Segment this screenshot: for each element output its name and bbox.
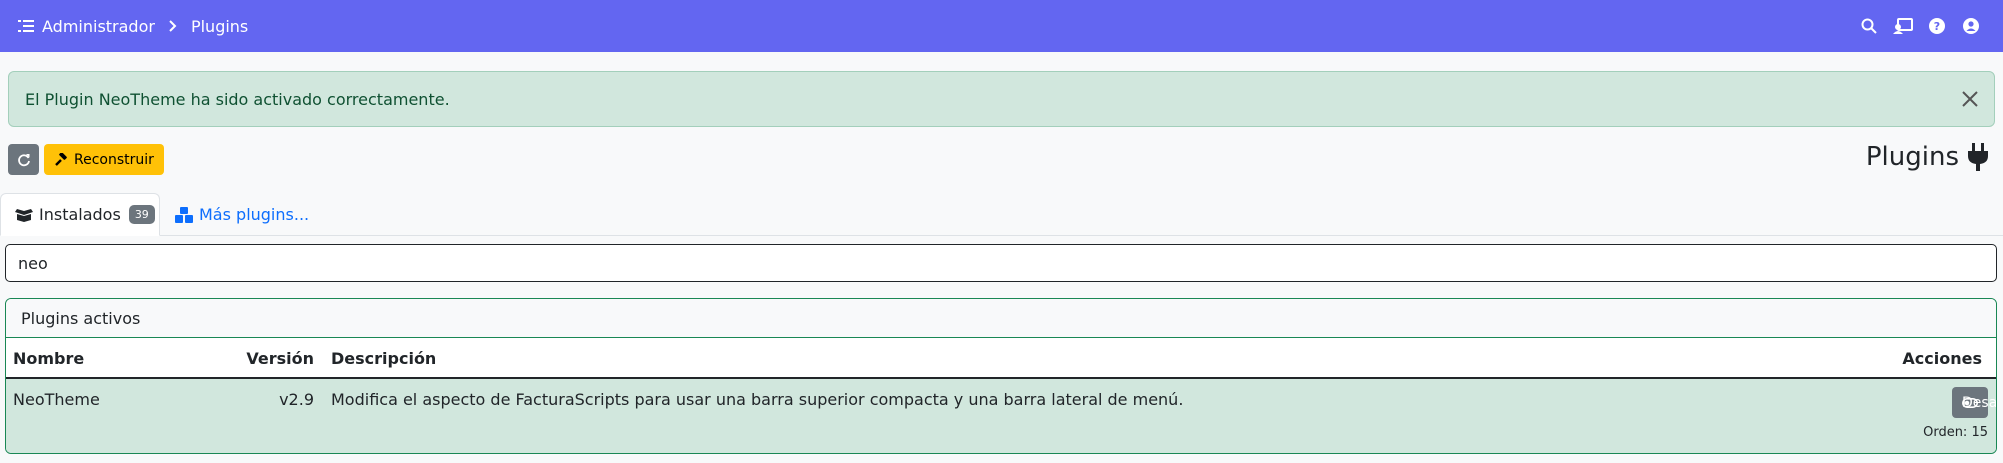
plug-icon: [1968, 143, 1988, 171]
plugin-order: Orden: 15: [1923, 425, 1988, 440]
top-navbar: Administrador Plugins ?: [0, 0, 2003, 52]
column-version: Versión: [246, 349, 314, 368]
refresh-button[interactable]: [8, 144, 39, 175]
table-row: NeoTheme v2.9 Modifica el aspecto de Fac…: [6, 379, 1996, 453]
menu-icon[interactable]: [18, 19, 34, 33]
column-actions: Acciones: [1902, 349, 1982, 368]
breadcrumb-root[interactable]: Administrador: [42, 17, 155, 36]
user-icon[interactable]: [1961, 16, 1981, 36]
page-title: Plugins: [1866, 142, 1989, 172]
help-icon[interactable]: ?: [1927, 16, 1947, 36]
column-description: Descripción: [331, 349, 437, 368]
tab-bar: Instalados 39 Más plugins...: [0, 193, 2003, 236]
plugin-name: NeoTheme: [13, 390, 100, 409]
tab-more-plugins-label: Más plugins...: [199, 205, 310, 224]
cubes-icon: [175, 206, 193, 223]
svg-text:?: ?: [1934, 20, 1940, 33]
rebuild-label: Reconstruir: [74, 151, 154, 168]
table-header: Nombre Versión Descripción Acciones: [6, 338, 1996, 379]
success-alert: El Plugin NeoTheme ha sido activado corr…: [8, 71, 1995, 127]
search-icon[interactable]: [1859, 16, 1879, 36]
active-plugins-card: Plugins activos Nombre Versión Descripci…: [5, 298, 1997, 454]
user-card-icon[interactable]: [1893, 16, 1913, 36]
refresh-icon: [17, 153, 30, 166]
column-name: Nombre: [13, 349, 85, 368]
breadcrumb-current: Plugins: [190, 16, 249, 36]
tab-installed[interactable]: Instalados 39: [0, 193, 160, 236]
chevron-right-icon: [169, 20, 177, 32]
deactivate-button[interactable]: Desactivar: [1952, 387, 1996, 418]
boxes-icon: [15, 208, 33, 222]
deactivate-label: Desactivar: [1962, 394, 1997, 411]
close-icon[interactable]: [1960, 89, 1980, 109]
page-title-text: Plugins: [1865, 142, 1959, 172]
tab-more-plugins[interactable]: Más plugins...: [175, 193, 309, 236]
hammer-icon: [55, 152, 67, 166]
card-title: Plugins activos: [6, 299, 1996, 338]
tab-installed-label: Instalados: [39, 205, 121, 224]
plugin-description: Modifica el aspecto de FacturaScripts pa…: [331, 390, 1184, 409]
installed-count-badge: 39: [128, 205, 155, 224]
plugin-version: v2.9: [279, 390, 314, 409]
search-input[interactable]: [5, 244, 1997, 282]
breadcrumb: Administrador Plugins: [18, 17, 248, 36]
alert-message: El Plugin NeoTheme ha sido activado corr…: [25, 89, 450, 109]
rebuild-button[interactable]: Reconstruir: [44, 144, 164, 175]
